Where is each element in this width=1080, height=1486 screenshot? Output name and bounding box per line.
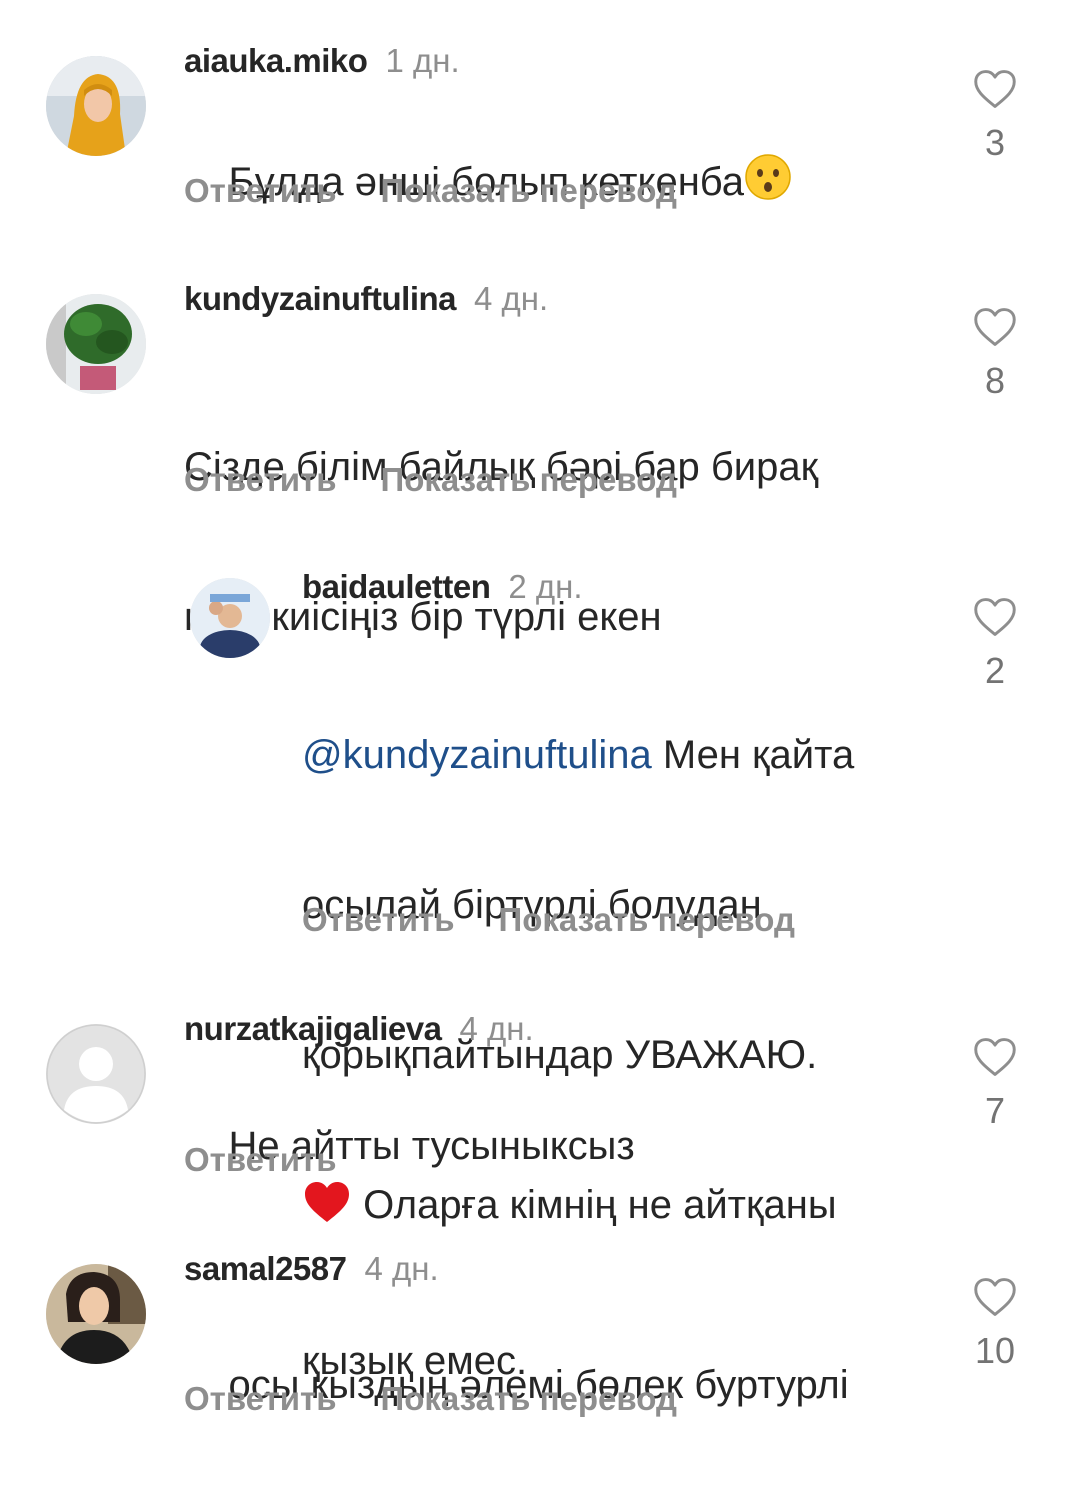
avatar[interactable] (46, 294, 146, 394)
comment-actions: Ответить Показать перевод (302, 901, 795, 939)
heart-icon[interactable] (973, 306, 1017, 348)
comment-meta: samal2587 4 дн. (184, 1250, 439, 1288)
comment-meta: nurzatkajigalieva 4 дн. (184, 1010, 534, 1048)
comment-meta: kundyzainuftulina 4 дн. (184, 280, 548, 318)
avatar-image (46, 56, 146, 156)
reply-button[interactable]: Ответить (184, 461, 337, 498)
avatar-image (190, 578, 270, 658)
comment-text-line: Мен қайта (651, 733, 855, 777)
comment-actions: Ответить Показать перевод (184, 461, 677, 499)
like-control: 7 (965, 1036, 1025, 1132)
comment: kundyzainuftulina 4 дн. Сізде білім байлы… (0, 240, 1080, 639)
reply-comment: baidauletten 2 дн. @kundyzainuftulina Мен… (0, 540, 1080, 1383)
like-count: 8 (984, 360, 1006, 401)
avatar-image (46, 1264, 146, 1364)
comment: samal2587 4 дн. осы кыздың әлемі бөлек бу… (0, 1220, 1080, 1459)
show-translation-button[interactable]: Показать перевод (499, 901, 795, 938)
avatar[interactable] (46, 1024, 146, 1124)
username[interactable]: nurzatkajigalieva (184, 1010, 442, 1047)
like-count: 2 (984, 650, 1006, 691)
timestamp: 4 дн. (474, 280, 549, 317)
username[interactable]: aiauka.miko (184, 42, 368, 79)
default-avatar-icon (46, 1024, 146, 1124)
reply-button[interactable]: Ответить (184, 1141, 337, 1178)
hushed-face-emoji-icon (744, 153, 792, 213)
reply-button[interactable]: Ответить (302, 901, 455, 938)
timestamp: 1 дн. (385, 42, 460, 79)
avatar-image (46, 294, 146, 394)
show-translation-button[interactable]: Показать перевод (381, 1380, 677, 1417)
comment-actions: Ответить (184, 1141, 337, 1179)
like-control: 3 (965, 68, 1025, 164)
avatar[interactable] (46, 56, 146, 156)
reply-button[interactable]: Ответить (184, 1380, 337, 1417)
comment-meta: baidauletten 2 дн. (302, 568, 583, 606)
heart-icon[interactable] (973, 68, 1017, 110)
reply-button[interactable]: Ответить (184, 172, 337, 209)
comment: nurzatkajigalieva 4 дн. Не айтты тусыныкс… (0, 980, 1080, 1220)
timestamp: 4 дн. (364, 1250, 439, 1287)
like-count: 7 (984, 1090, 1006, 1131)
username[interactable]: samal2587 (184, 1250, 347, 1287)
username[interactable]: kundyzainuftulina (184, 280, 457, 317)
timestamp: 4 дн. (459, 1010, 534, 1047)
like-control: 10 (965, 1276, 1025, 1372)
avatar[interactable] (190, 578, 270, 658)
mention-link[interactable]: @kundyzainuftulina (302, 733, 652, 777)
like-count: 3 (984, 122, 1006, 163)
comment-actions: Ответить Показать перевод (184, 172, 677, 210)
username[interactable]: baidauletten (302, 568, 491, 605)
show-translation-button[interactable]: Показать перевод (381, 172, 677, 209)
heart-icon[interactable] (973, 1276, 1017, 1318)
like-control: 8 (965, 306, 1025, 402)
timestamp: 2 дн. (508, 568, 583, 605)
avatar[interactable] (46, 1264, 146, 1364)
comment: aiauka.miko 1 дн. Бұлда әнші болып кеткен… (0, 0, 1080, 240)
comment-meta: aiauka.miko 1 дн. (184, 42, 460, 80)
heart-icon[interactable] (973, 1036, 1017, 1078)
show-translation-button[interactable]: Показать перевод (381, 461, 677, 498)
heart-icon[interactable] (973, 596, 1017, 638)
like-count: 10 (974, 1330, 1016, 1371)
comment-actions: Ответить Показать перевод (184, 1380, 677, 1418)
like-control: 2 (965, 596, 1025, 692)
